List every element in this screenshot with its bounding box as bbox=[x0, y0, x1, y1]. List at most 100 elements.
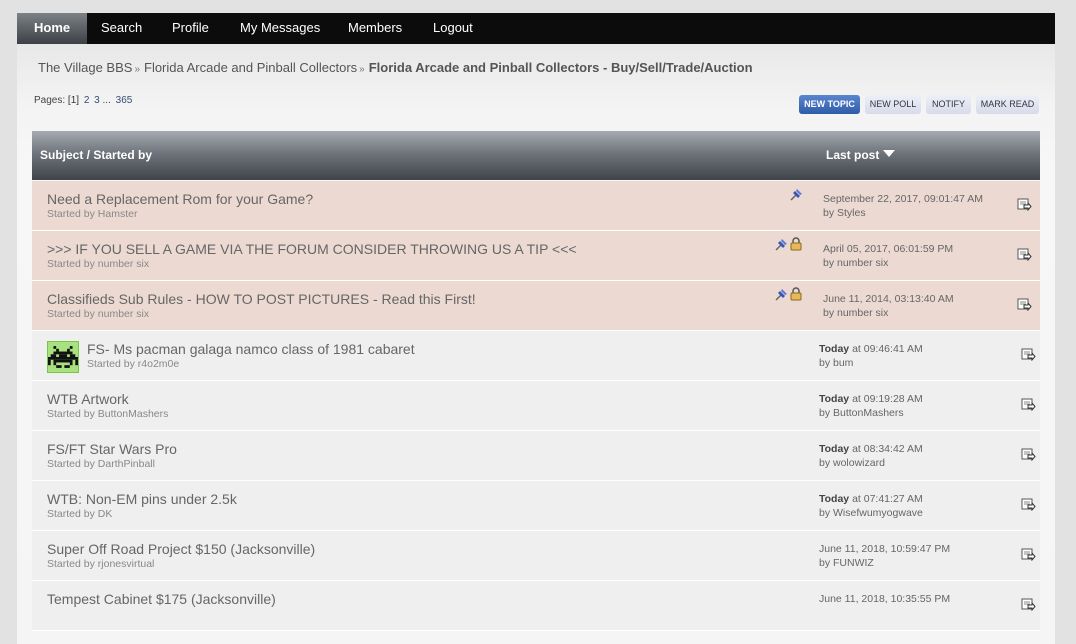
last-post-author[interactable]: by ButtonMashers bbox=[819, 407, 904, 419]
topic-starter: Started by Hamster bbox=[47, 208, 138, 220]
last-post-info: June 11, 2018, 10:59:47 PM by FUNWIZ bbox=[819, 542, 950, 570]
pushpin-icon bbox=[773, 287, 789, 308]
topic-subject-link[interactable]: Tempest Cabinet $175 (Jacksonville) bbox=[47, 591, 276, 607]
last-post-date: at 09:19:28 AM bbox=[849, 393, 923, 405]
topic-subject-link[interactable]: WTB Artwork bbox=[47, 391, 129, 407]
last-post-info: Today at 07:41:27 AM by Wisefwumyogwave bbox=[819, 492, 923, 520]
topic-row: Super Off Road Project $150 (Jacksonvill… bbox=[32, 531, 1040, 581]
topic-starter: Started by DarthPinball bbox=[47, 458, 155, 470]
topic-starter: Started by DK bbox=[47, 508, 113, 520]
page-current: [1] bbox=[67, 95, 80, 106]
mark-read-button[interactable]: MARK READ bbox=[976, 95, 1039, 114]
breadcrumb: The Village BBS» Florida Arcade and Pinba… bbox=[38, 60, 753, 75]
last-post-icon[interactable] bbox=[1021, 346, 1036, 362]
topic-subject-link[interactable]: >>> IF YOU SELL A GAME VIA THE FORUM CON… bbox=[47, 241, 577, 257]
topic-row: FS/FT Star Wars Pro Started by DarthPinba… bbox=[32, 431, 1040, 481]
topic-row: >>> IF YOU SELL A GAME VIA THE FORUM CON… bbox=[32, 231, 1040, 281]
last-post-icon[interactable] bbox=[1017, 196, 1032, 212]
column-last-post[interactable]: Last post bbox=[826, 148, 896, 162]
last-post-author[interactable]: by wolowizard bbox=[819, 457, 885, 469]
breadcrumb-separator: » bbox=[359, 64, 365, 75]
last-post-date: September 22, 2017, 09:01:47 AM bbox=[823, 193, 983, 205]
nav-members[interactable]: Members bbox=[348, 13, 402, 44]
topic-starter: Started by ButtonMashers bbox=[47, 408, 169, 420]
new-poll-button[interactable]: NEW POLL bbox=[865, 95, 921, 114]
topic-starter: Started by number six bbox=[47, 258, 150, 270]
last-post-today: Today bbox=[819, 443, 850, 455]
page-ellipsis: ... bbox=[102, 95, 111, 106]
topic-row: Classifieds Sub Rules - HOW TO POST PICT… bbox=[32, 281, 1040, 331]
page-link-last[interactable]: 365 bbox=[116, 95, 133, 106]
column-subject[interactable]: Subject / Started by bbox=[40, 148, 152, 162]
page-link-2[interactable]: 2 bbox=[84, 95, 90, 106]
last-post-date: June 11, 2018, 10:59:47 PM bbox=[819, 543, 951, 555]
last-post-author[interactable]: by bum bbox=[819, 357, 853, 369]
breadcrumb-florida-collectors[interactable]: Florida Arcade and Pinball Collectors bbox=[144, 60, 357, 75]
breadcrumb-village-bbs[interactable]: The Village BBS bbox=[38, 60, 132, 75]
sort-desc-icon[interactable] bbox=[883, 150, 896, 157]
pushpin-icon bbox=[788, 187, 804, 208]
topic-subject-link[interactable]: Classifieds Sub Rules - HOW TO POST PICT… bbox=[47, 291, 476, 307]
notify-button[interactable]: NOTIFY bbox=[926, 95, 971, 114]
last-post-author[interactable]: by number six bbox=[823, 307, 888, 319]
nav-home[interactable]: Home bbox=[17, 13, 88, 44]
pagination: Pages: [1] 2 3 ... 365 bbox=[34, 95, 132, 106]
pushpin-icon bbox=[773, 237, 789, 258]
nav-profile[interactable]: Profile bbox=[172, 13, 209, 44]
nav-my-messages[interactable]: My Messages bbox=[240, 13, 320, 44]
nav-logout[interactable]: Logout bbox=[433, 13, 473, 44]
last-post-icon[interactable] bbox=[1021, 396, 1036, 412]
last-post-today: Today bbox=[819, 493, 850, 505]
last-post-date: at 07:41:27 AM bbox=[849, 493, 923, 505]
last-post-info: Today at 09:19:28 AM by ButtonMashers bbox=[819, 392, 923, 420]
last-post-date: at 08:34:42 AM bbox=[849, 443, 923, 455]
last-post-author[interactable]: by FUNWIZ bbox=[819, 557, 874, 569]
lock-icon bbox=[790, 287, 802, 306]
last-post-today: Today bbox=[819, 343, 850, 355]
last-post-author[interactable]: by number six bbox=[823, 257, 888, 269]
last-post-icon[interactable] bbox=[1017, 296, 1032, 312]
topic-subject-link[interactable]: Need a Replacement Rom for your Game? bbox=[47, 191, 313, 207]
last-post-info: September 22, 2017, 09:01:47 AM by Styles bbox=[823, 192, 983, 220]
avatar[interactable] bbox=[47, 341, 79, 373]
new-topic-button[interactable]: NEW TOPIC bbox=[799, 95, 860, 114]
topic-starter: Started by r4o2m0e bbox=[87, 358, 180, 370]
pages-label: Pages: bbox=[34, 95, 66, 106]
last-post-info: June 11, 2014, 03:13:40 AM by number six bbox=[823, 292, 954, 320]
last-post-icon[interactable] bbox=[1021, 596, 1036, 612]
page-link-3[interactable]: 3 bbox=[94, 95, 100, 106]
last-post-icon[interactable] bbox=[1021, 546, 1036, 562]
topic-subject-link[interactable]: FS- Ms pacman galaga namco class of 1981… bbox=[87, 341, 415, 357]
last-post-info: April 05, 2017, 06:01:59 PM by number six bbox=[823, 242, 953, 270]
last-post-icon[interactable] bbox=[1021, 496, 1036, 512]
last-post-info: Today at 08:34:42 AM by wolowizard bbox=[819, 442, 923, 470]
last-post-icon[interactable] bbox=[1021, 446, 1036, 462]
topic-table-header: Subject / Started by Last post bbox=[32, 131, 1040, 180]
last-post-date: April 05, 2017, 06:01:59 PM bbox=[823, 243, 954, 255]
main-nav: Home Search Profile My Messages Members … bbox=[17, 13, 1055, 45]
last-post-date: at 09:46:41 AM bbox=[849, 343, 923, 355]
topic-row: WTB: Non-EM pins under 2.5k Started by DK… bbox=[32, 481, 1040, 531]
last-post-info: June 11, 2018, 10:35:55 PM bbox=[819, 592, 950, 606]
topic-subject-link[interactable]: WTB: Non-EM pins under 2.5k bbox=[47, 491, 237, 507]
last-post-info: Today at 09:46:41 AM by bum bbox=[819, 342, 923, 370]
topic-row: FS- Ms pacman galaga namco class of 1981… bbox=[32, 331, 1040, 381]
last-post-author[interactable]: by Styles bbox=[823, 207, 866, 219]
last-post-date: June 11, 2014, 03:13:40 AM bbox=[823, 293, 954, 305]
last-post-icon[interactable] bbox=[1017, 246, 1032, 262]
topic-subject-link[interactable]: FS/FT Star Wars Pro bbox=[47, 441, 177, 457]
last-post-date: June 11, 2018, 10:35:55 PM bbox=[819, 593, 951, 605]
topic-starter: Started by rjonesvirtual bbox=[47, 558, 155, 570]
breadcrumb-current-board: Florida Arcade and Pinball Collectors - … bbox=[368, 60, 753, 75]
topic-row: Tempest Cabinet $175 (Jacksonville) June … bbox=[32, 581, 1040, 631]
topic-starter: Started by number six bbox=[47, 308, 150, 320]
topic-subject-link[interactable]: Super Off Road Project $150 (Jacksonvill… bbox=[47, 541, 315, 557]
nav-search[interactable]: Search bbox=[101, 13, 142, 44]
last-post-today: Today bbox=[819, 393, 850, 405]
topic-row: Need a Replacement Rom for your Game? Sta… bbox=[32, 181, 1040, 231]
column-last-post-label: Last post bbox=[826, 148, 880, 162]
breadcrumb-separator: » bbox=[134, 64, 140, 75]
topic-row: WTB Artwork Started by ButtonMashers Today… bbox=[32, 381, 1040, 431]
lock-icon bbox=[790, 237, 802, 256]
last-post-author[interactable]: by Wisefwumyogwave bbox=[819, 507, 923, 519]
